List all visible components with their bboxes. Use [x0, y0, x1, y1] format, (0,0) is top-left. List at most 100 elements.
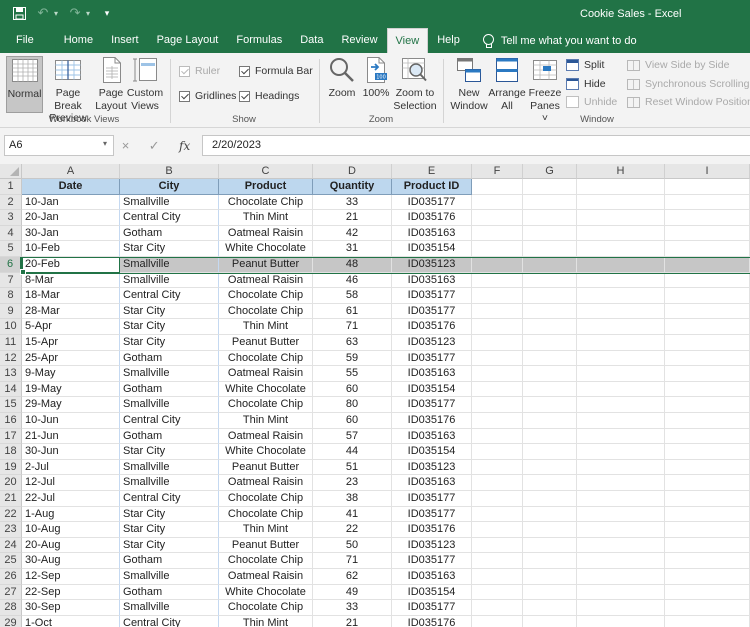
cell[interactable]: ID035163	[392, 428, 472, 445]
cell[interactable]: 12-Jul	[22, 475, 120, 491]
empty-cell[interactable]	[523, 600, 577, 616]
empty-cell[interactable]	[523, 584, 577, 601]
cell[interactable]: 20-Jan	[22, 210, 120, 226]
cell[interactable]: ID035123	[392, 537, 472, 554]
cell[interactable]: 63	[313, 335, 392, 351]
cell[interactable]: 33	[313, 194, 392, 211]
cell[interactable]: 9-May	[22, 366, 120, 382]
cell[interactable]: ID035154	[392, 444, 472, 460]
empty-cell[interactable]	[523, 444, 577, 460]
empty-cell[interactable]	[472, 413, 523, 429]
empty-cell[interactable]	[577, 537, 665, 554]
cell[interactable]: Chocolate Chip	[219, 553, 313, 569]
column-title-cell[interactable]: Product	[219, 179, 313, 195]
cell[interactable]: Chocolate Chip	[219, 491, 313, 507]
empty-cell[interactable]	[577, 506, 665, 523]
empty-cell[interactable]	[577, 475, 665, 491]
row-header[interactable]: 2	[0, 194, 22, 211]
cell[interactable]: 50	[313, 537, 392, 554]
empty-cell[interactable]	[523, 413, 577, 429]
empty-cell[interactable]	[523, 381, 577, 398]
row-header[interactable]: 21	[0, 491, 22, 507]
empty-cell[interactable]	[472, 428, 523, 445]
empty-cell[interactable]	[523, 522, 577, 538]
cell[interactable]: 30-Jun	[22, 444, 120, 460]
empty-cell[interactable]	[523, 537, 577, 554]
column-title-cell[interactable]: City	[120, 179, 219, 195]
empty-cell[interactable]	[577, 225, 665, 242]
empty-cell[interactable]	[472, 272, 523, 289]
empty-cell[interactable]	[577, 335, 665, 351]
empty-cell[interactable]	[577, 288, 665, 304]
cell[interactable]: Oatmeal Raisin	[219, 366, 313, 382]
cell[interactable]: Chocolate Chip	[219, 288, 313, 304]
custom-views-button[interactable]: Custom Views	[127, 56, 163, 112]
empty-cell[interactable]	[472, 288, 523, 304]
row-header[interactable]: 16	[0, 413, 22, 429]
cell[interactable]: Oatmeal Raisin	[219, 428, 313, 445]
row-header[interactable]: 4	[0, 225, 22, 242]
empty-cell[interactable]	[665, 397, 750, 413]
cell[interactable]: Gotham	[120, 225, 219, 242]
empty-cell[interactable]	[472, 444, 523, 460]
cell[interactable]: ID035123	[392, 257, 472, 273]
cell[interactable]: 1-Oct	[22, 615, 120, 627]
column-header-i[interactable]: I	[665, 164, 750, 179]
row-header[interactable]: 28	[0, 600, 22, 616]
row-header[interactable]: 12	[0, 350, 22, 367]
gridlines-checkbox[interactable]: Gridlines	[179, 90, 236, 102]
empty-cell[interactable]	[472, 366, 523, 382]
cell[interactable]: Star City	[120, 444, 219, 460]
cell[interactable]: ID035177	[392, 506, 472, 523]
column-header-c[interactable]: C	[219, 164, 313, 179]
cell[interactable]: 20-Feb	[22, 257, 120, 273]
cell[interactable]: White Chocolate	[219, 241, 313, 257]
column-header-f[interactable]: F	[472, 164, 523, 179]
column-header-d[interactable]: D	[313, 164, 392, 179]
empty-cell[interactable]	[472, 569, 523, 585]
cancel-icon[interactable]: ×	[122, 138, 130, 153]
empty-cell[interactable]	[665, 506, 750, 523]
cell[interactable]: 31	[313, 241, 392, 257]
cell[interactable]: 1-Aug	[22, 506, 120, 523]
empty-cell[interactable]	[472, 584, 523, 601]
cell[interactable]: Chocolate Chip	[219, 506, 313, 523]
cell[interactable]: White Chocolate	[219, 381, 313, 398]
empty-cell[interactable]	[577, 444, 665, 460]
cell[interactable]: Thin Mint	[219, 210, 313, 226]
reset-window-position-button[interactable]: Reset Window Position	[627, 96, 750, 108]
cell[interactable]: 59	[313, 350, 392, 367]
column-header-e[interactable]: E	[392, 164, 472, 179]
cell[interactable]: 19-May	[22, 381, 120, 398]
empty-cell[interactable]	[523, 553, 577, 569]
empty-cell[interactable]	[472, 350, 523, 367]
cell[interactable]: 12-Sep	[22, 569, 120, 585]
empty-cell[interactable]	[523, 179, 577, 195]
cell[interactable]: ID035177	[392, 288, 472, 304]
empty-cell[interactable]	[577, 381, 665, 398]
empty-cell[interactable]	[665, 179, 750, 195]
cell[interactable]: 15-Apr	[22, 335, 120, 351]
empty-cell[interactable]	[472, 319, 523, 335]
empty-cell[interactable]	[665, 241, 750, 257]
cell[interactable]: 28-Mar	[22, 303, 120, 320]
cell[interactable]: Oatmeal Raisin	[219, 225, 313, 242]
empty-cell[interactable]	[472, 257, 523, 273]
row-header[interactable]: 1	[0, 179, 22, 195]
cell[interactable]: Thin Mint	[219, 319, 313, 335]
cell[interactable]: Central City	[120, 210, 219, 226]
zoom-button[interactable]: Zoom	[326, 56, 358, 100]
column-header-h[interactable]: H	[577, 164, 665, 179]
cell[interactable]: ID035176	[392, 413, 472, 429]
cell[interactable]: Oatmeal Raisin	[219, 569, 313, 585]
empty-cell[interactable]	[523, 459, 577, 476]
row-header[interactable]: 26	[0, 569, 22, 585]
cell[interactable]: Star City	[120, 506, 219, 523]
cell[interactable]: ID035177	[392, 194, 472, 211]
empty-cell[interactable]	[665, 615, 750, 627]
cell[interactable]: Smallville	[120, 257, 219, 273]
empty-cell[interactable]	[577, 210, 665, 226]
cell[interactable]: 44	[313, 444, 392, 460]
cell[interactable]: 21	[313, 210, 392, 226]
row-header[interactable]: 27	[0, 584, 22, 601]
